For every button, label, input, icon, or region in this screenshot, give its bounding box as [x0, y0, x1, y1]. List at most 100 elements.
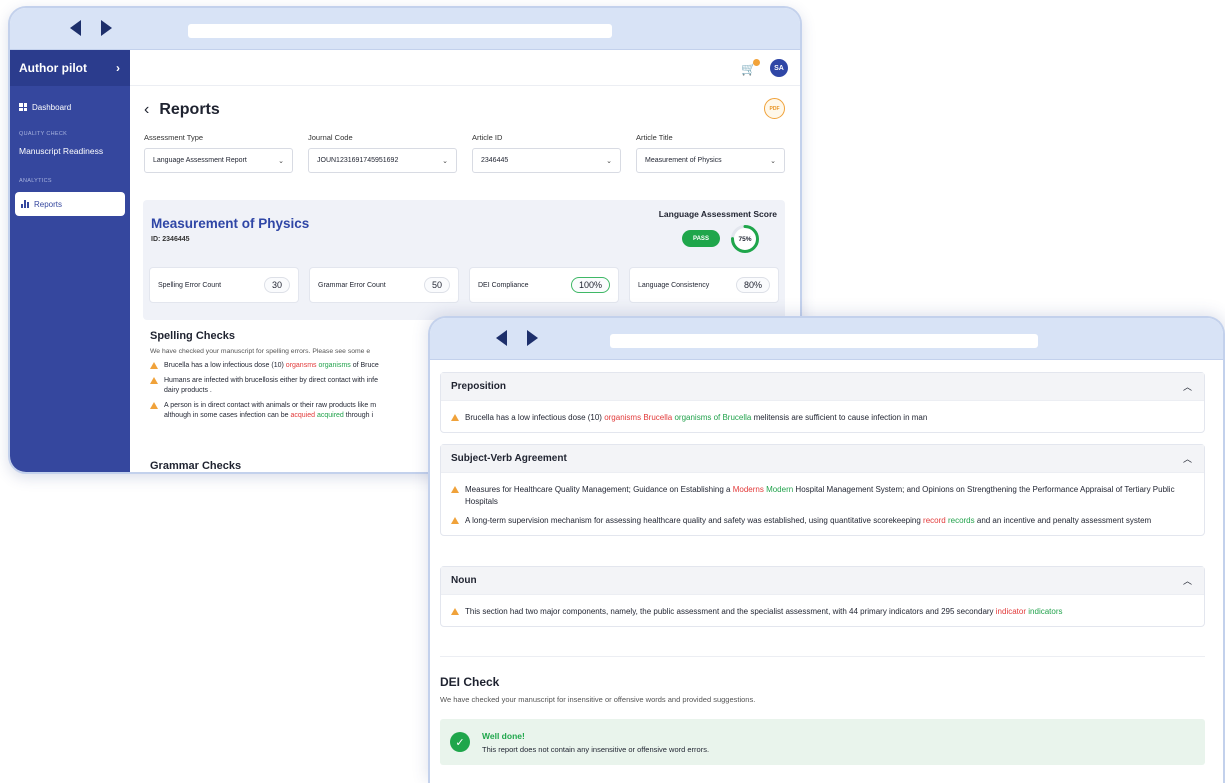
check-circle-icon: ✓	[450, 732, 470, 752]
wrong-word: organisms Brucella	[604, 413, 673, 422]
chevron-up-icon[interactable]: ︿	[1183, 452, 1192, 465]
accordion-header[interactable]: Noun ︿	[441, 567, 1204, 595]
error-text: A person is in direct contact with anima…	[164, 402, 377, 410]
error-text: Brucella has a low infectious dose (10)	[164, 362, 286, 369]
error-text: melitensis are sufficient to cause infec…	[751, 413, 928, 422]
suggested-word: organisms	[318, 362, 351, 369]
filter-article-title: Article Title Measurement of Physics ⌄	[636, 133, 785, 173]
sidebar-section-label: QUALITY CHECK	[19, 131, 68, 137]
wrong-word: acquied	[290, 411, 315, 419]
list-item: Measures for Healthcare Quality Manageme…	[451, 484, 1194, 508]
list-item: Brucella has a low infectious dose (10) …	[451, 412, 1194, 424]
score-card: Measurement of Physics ID: 2346445 Langu…	[143, 200, 785, 320]
error-text: and an incentive and penalty assessment …	[974, 516, 1152, 525]
article-id-select[interactable]: 2346445 ⌄	[472, 148, 621, 173]
metric-label: Spelling Error Count	[158, 281, 222, 289]
sidebar-item-manuscript-readiness[interactable]: Manuscript Readiness	[10, 146, 130, 156]
sidebar-header: Author pilot ›	[10, 50, 130, 86]
address-bar[interactable]	[610, 334, 1038, 348]
select-value: JOUN1231691745951692	[317, 157, 399, 164]
list-item: This section had two major components, n…	[451, 606, 1194, 618]
pdf-download-button[interactable]: PDF	[764, 98, 785, 119]
accordion-header[interactable]: Preposition ︿	[441, 373, 1204, 401]
filter-label: Journal Code	[308, 133, 353, 142]
metric-grammar-errors: Grammar Error Count 50	[309, 267, 459, 303]
wrong-word: indicator	[995, 607, 1027, 616]
warning-icon	[451, 486, 459, 493]
sidebar-section-label: ANALYTICS	[19, 178, 52, 184]
dei-check-section: DEI Check We have checked your manuscrip…	[440, 656, 1205, 765]
cart-icon[interactable]: 🛒	[741, 59, 760, 76]
section-title: DEI Check	[440, 675, 500, 689]
suggested-word: acquired	[316, 411, 344, 419]
sidebar-item-label: Dashboard	[32, 102, 72, 112]
wrong-word: record	[923, 516, 946, 525]
back-arrow-icon[interactable]	[496, 330, 507, 346]
select-value: 2346445	[481, 157, 509, 164]
assessment-type-select[interactable]: Language Assessment Report ⌄	[144, 148, 293, 173]
browser-chrome	[430, 318, 1223, 360]
chevron-right-icon[interactable]: ›	[116, 61, 120, 75]
accordion-header[interactable]: Subject-Verb Agreement ︿	[441, 445, 1204, 473]
sidebar-item-dashboard[interactable]: Dashboard	[10, 95, 130, 119]
error-text: although in some cases infection can be	[164, 411, 291, 419]
sidebar-item-reports[interactable]: Reports	[15, 192, 125, 216]
metric-value: 80%	[735, 277, 770, 293]
chevron-up-icon[interactable]: ︿	[1183, 574, 1192, 587]
score-label: Language Assessment Score	[658, 209, 777, 219]
filter-row: Assessment Type Language Assessment Repo…	[144, 133, 785, 173]
back-chevron-icon[interactable]: ‹	[144, 101, 149, 119]
metric-value: 50	[423, 277, 450, 293]
section-description: We have checked your manuscript for inse…	[440, 695, 756, 704]
suggested-word: organisms of Brucella	[674, 413, 752, 422]
brand-name: Author pilot	[19, 61, 87, 75]
report-window-front: Preposition ︿ Brucella has a low infecti…	[428, 316, 1225, 783]
forward-arrow-icon[interactable]	[101, 20, 112, 36]
sidebar-item-label: Reports	[34, 199, 63, 209]
accordion-title: Preposition	[451, 381, 507, 392]
chevron-up-icon[interactable]: ︿	[1183, 380, 1192, 393]
error-text: Humans are infected with brucellosis eit…	[164, 377, 378, 385]
chevron-down-icon: ⌄	[278, 157, 284, 165]
warning-icon	[150, 402, 158, 410]
accordion-noun: Noun ︿ This section had two major compon…	[440, 566, 1205, 627]
filter-article-id: Article ID 2346445 ⌄	[472, 133, 621, 173]
bar-chart-icon	[21, 200, 29, 208]
metric-dei-compliance: DEI Compliance 100%	[469, 267, 619, 303]
filter-label: Assessment Type	[144, 133, 204, 142]
success-banner: ✓ Well done! This report does not contai…	[440, 719, 1205, 765]
browser-chrome	[10, 8, 800, 50]
metric-language-consistency: Language Consistency 80%	[629, 267, 779, 303]
warning-icon	[451, 517, 459, 524]
page-title-text: Reports	[159, 101, 220, 118]
suggested-word: Modern	[766, 485, 794, 494]
metric-value: 30	[263, 277, 290, 293]
accordion-title: Subject-Verb Agreement	[451, 453, 567, 464]
error-text: Measures for Healthcare Quality Manageme…	[465, 485, 733, 494]
select-value: Language Assessment Report	[153, 157, 247, 164]
address-bar[interactable]	[188, 24, 612, 38]
score-value: 75%	[738, 235, 752, 243]
sidebar: Author pilot › Dashboard QUALITY CHECK M…	[10, 50, 130, 472]
metrics-row: Spelling Error Count 30 Grammar Error Cou…	[149, 267, 779, 303]
warning-icon	[150, 377, 158, 385]
status-badge: PASS	[682, 230, 720, 247]
back-arrow-icon[interactable]	[70, 20, 81, 36]
article-title-select[interactable]: Measurement of Physics ⌄	[636, 148, 785, 173]
warning-icon	[451, 414, 459, 421]
metric-label: Grammar Error Count	[318, 281, 386, 289]
warning-icon	[150, 362, 158, 369]
page-title: ‹ Reports	[144, 101, 220, 119]
avatar[interactable]: SA	[770, 59, 788, 77]
error-text: through i	[343, 411, 373, 419]
list-item: A long-term supervision mechanism for as…	[451, 515, 1194, 527]
error-text: Brucella has a low infectious dose (10)	[465, 413, 605, 422]
forward-arrow-icon[interactable]	[527, 330, 538, 346]
filter-label: Article Title	[636, 133, 673, 142]
metric-label: DEI Compliance	[478, 281, 529, 289]
wrong-word: organsms	[285, 362, 317, 369]
chevron-down-icon: ⌄	[442, 157, 448, 165]
notification-dot	[753, 59, 760, 66]
journal-code-select[interactable]: JOUN1231691745951692 ⌄	[308, 148, 457, 173]
select-value: Measurement of Physics	[645, 157, 722, 164]
